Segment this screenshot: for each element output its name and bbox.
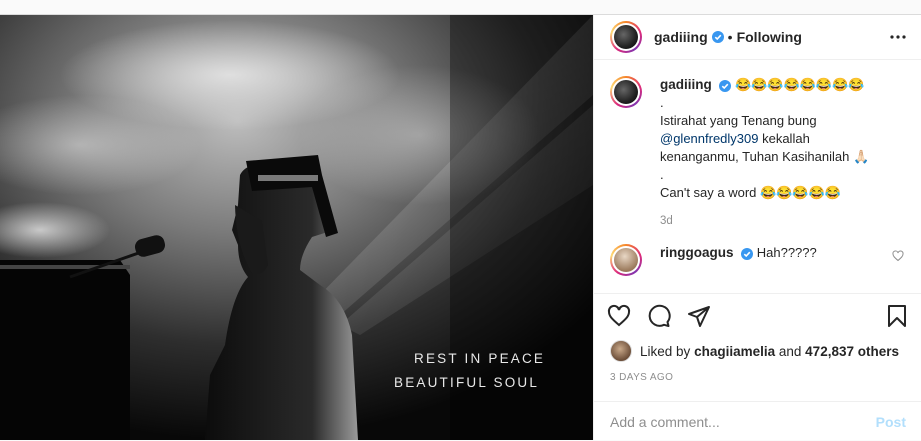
bookmark-icon[interactable]: [884, 303, 910, 329]
verified-badge-icon: [719, 79, 732, 92]
verified-badge-icon: [711, 31, 724, 43]
likes-count[interactable]: 472,837 others: [805, 344, 899, 359]
post-card: REST IN PEACE BEAUTIFUL SOUL gadiiing • …: [0, 14, 921, 440]
caption-mention-link[interactable]: @glennfredly309: [660, 131, 758, 146]
author-username[interactable]: gadiiing: [654, 29, 708, 45]
following-button[interactable]: Following: [737, 29, 802, 45]
caption-timestamp[interactable]: 3d: [660, 212, 880, 230]
add-comment-bar: Add a comment... Post: [594, 401, 921, 441]
reply-comment: ringgoagus Hah?????: [610, 244, 906, 276]
caption-avatar[interactable]: [610, 76, 642, 108]
photo-caption-line2: BEAUTIFUL SOUL: [394, 375, 540, 390]
likes-middle: and: [778, 343, 802, 359]
heart-icon[interactable]: [606, 303, 632, 329]
liker-username[interactable]: chagiiamelia: [694, 344, 775, 359]
caption-text-3: Can't say a word 😂😂😂😂😂: [660, 185, 841, 200]
caption-body: gadiiing 😂😂😂😂😂😂😂😂 . Istirahat yang Tenan…: [660, 76, 880, 230]
share-icon[interactable]: [686, 303, 712, 329]
post-header: gadiiing • Following: [594, 15, 921, 60]
verified-badge-icon: [741, 247, 754, 260]
author-avatar[interactable]: [610, 21, 642, 53]
reply-body: ringgoagus Hah?????: [660, 244, 880, 276]
post-comment-button[interactable]: Post: [876, 414, 906, 430]
caption-emojis: 😂😂😂😂😂😂😂😂: [735, 77, 865, 92]
reply-avatar[interactable]: [610, 244, 642, 276]
likes-prefix: Liked by: [640, 343, 691, 359]
caption-comment: gadiiing 😂😂😂😂😂😂😂😂 . Istirahat yang Tenan…: [610, 76, 906, 230]
comment-icon[interactable]: [646, 303, 672, 329]
likes-summary: Liked by chagiiamelia and 472,837 others: [594, 340, 921, 362]
action-icons: [594, 294, 921, 338]
post-sidebar: gadiiing • Following gadiiing 😂😂😂😂😂😂😂😂 .…: [593, 15, 921, 440]
comment-input[interactable]: Add a comment...: [610, 414, 876, 430]
liker-avatar[interactable]: [610, 340, 632, 362]
header-separator: •: [727, 29, 733, 45]
post-actions: Liked by chagiiamelia and 472,837 others…: [594, 293, 921, 441]
caption-username[interactable]: gadiiing: [660, 77, 712, 92]
caption-text-1: Istirahat yang Tenang bung: [660, 113, 817, 128]
caption-dot-2: .: [660, 167, 664, 182]
reply-text: Hah?????: [756, 245, 817, 260]
caption-dot-1: .: [660, 95, 664, 110]
reply-username[interactable]: ringgoagus: [660, 245, 734, 260]
post-date[interactable]: 3 DAYS AGO: [594, 372, 921, 383]
comments-section[interactable]: gadiiing 😂😂😂😂😂😂😂😂 . Istirahat yang Tenan…: [594, 60, 921, 294]
photo-caption-line1: REST IN PEACE: [414, 351, 546, 366]
more-options-icon[interactable]: [890, 35, 906, 39]
comment-like-heart-icon[interactable]: [892, 250, 904, 262]
post-photo[interactable]: REST IN PEACE BEAUTIFUL SOUL: [0, 15, 593, 440]
